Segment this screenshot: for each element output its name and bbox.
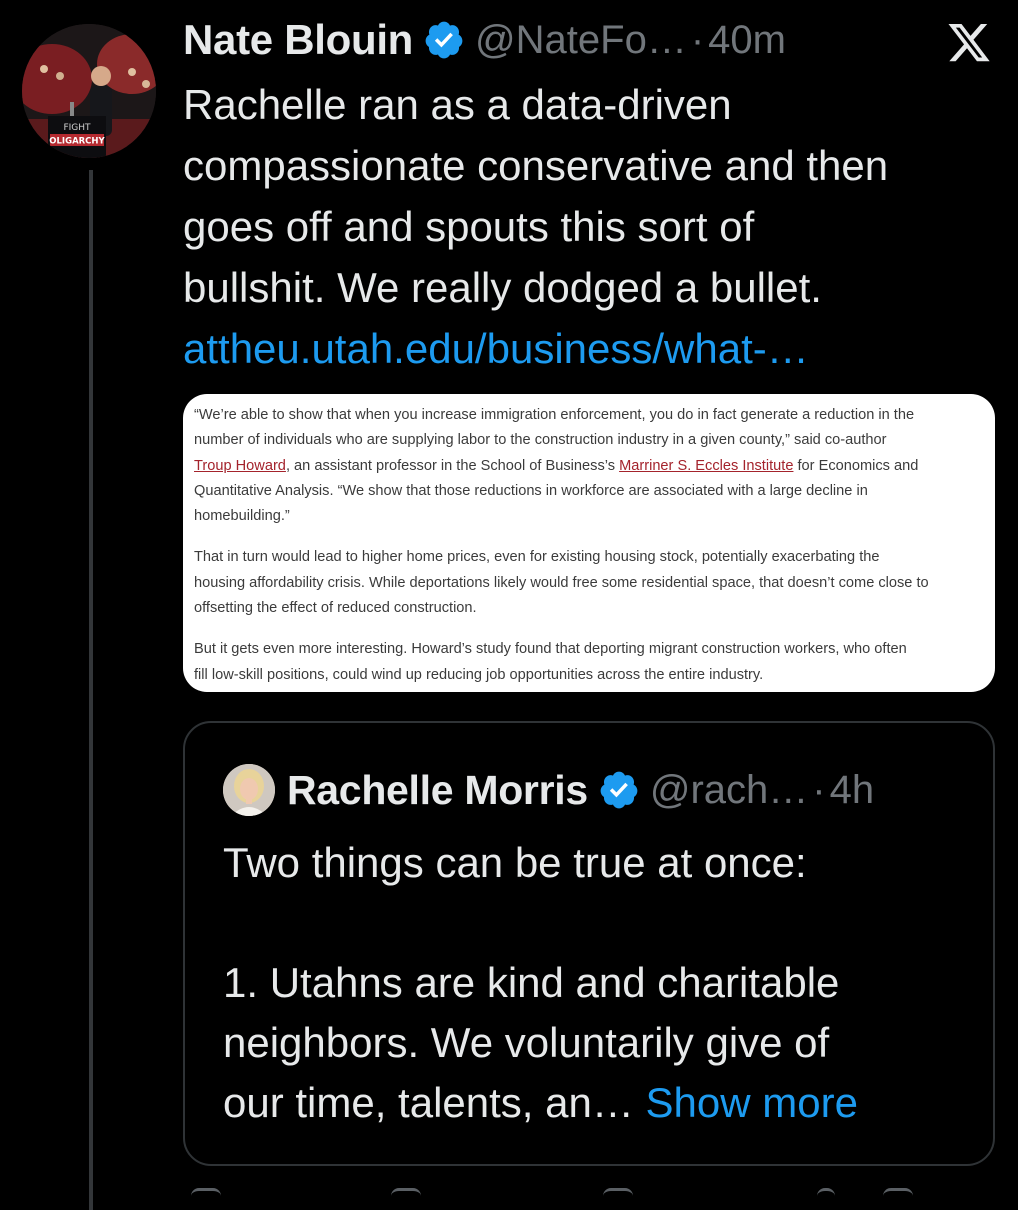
tweet-header: Nate Blouin @NateFo… · 40m: [183, 12, 786, 68]
article-text: “We’re able to show that when you increa…: [194, 403, 987, 688]
article-line: That in turn would lead to higher home p…: [194, 545, 987, 570]
article-inline-link: Troup Howard: [194, 457, 286, 474]
reply-icon[interactable]: [191, 1188, 221, 1203]
author-avatar[interactable]: FIGHT OLIGARCHY: [22, 24, 156, 158]
quoted-header-separator: ·: [812, 767, 826, 812]
avatar-sign-line1: FIGHT: [63, 123, 91, 133]
attached-article-image[interactable]: “We’re able to show that when you increa…: [183, 394, 995, 692]
article-line: offsetting the effect of reduced constru…: [194, 596, 987, 621]
article-text-segment: , an assistant professor in the School o…: [285, 457, 620, 474]
tweet-text-line: goes off and spouts this sort of: [183, 203, 755, 250]
article-text-segment: fill low-skill positions, could wind up …: [194, 666, 764, 683]
show-more-link[interactable]: Show more: [646, 1079, 858, 1126]
article-text-segment: But it gets even more interesting. Howar…: [194, 641, 907, 658]
quoted-tweet-header: Rachelle Morris @rach… · 4h: [223, 763, 874, 817]
tweet-text: Rachelle ran as a data-driven compassion…: [183, 74, 1003, 379]
x-logo-icon: [948, 24, 990, 62]
verified-badge-icon: [600, 771, 638, 809]
tweet-text-line: bullshit. We really dodged a bullet.: [183, 264, 822, 311]
article-line: Quantitative Analysis. “We show that tho…: [194, 479, 987, 504]
quoted-text-line: 1. Utahns are kind and charitable: [223, 959, 840, 1006]
article-line: But it gets even more interesting. Howar…: [194, 637, 987, 662]
quoted-text-blank-line: [223, 893, 983, 953]
article-link[interactable]: attheu.utah.edu/business/what-…: [183, 318, 1003, 379]
article-text-segment: “We’re able to show that when you increa…: [194, 407, 915, 423]
quoted-tweet-text: Two things can be true at once: 1. Utahn…: [223, 833, 983, 1133]
article-text-segment: Quantitative Analysis. “We show that tho…: [194, 482, 868, 499]
article-line: Troup Howard, an assistant professor in …: [194, 454, 987, 479]
quoted-tweet-card[interactable]: Rachelle Morris @rach… · 4h Two things c…: [183, 721, 995, 1166]
article-text-segment: That in turn would lead to higher home p…: [194, 549, 880, 566]
article-line: housing affordability crisis. While depo…: [194, 571, 987, 596]
tweet-action-bar: [183, 1188, 943, 1208]
quoted-author-avatar-image: [223, 764, 275, 816]
quoted-text-line: Two things can be true at once:: [223, 839, 807, 886]
article-text-segment: offsetting the effect of reduced constru…: [194, 600, 477, 617]
quoted-tweet-timestamp[interactable]: 4h: [830, 768, 875, 813]
author-avatar-image: FIGHT OLIGARCHY: [22, 24, 156, 158]
thread-connector-line: [89, 170, 93, 1210]
article-paragraph: But it gets even more interesting. Howar…: [194, 637, 987, 688]
article-line: fill low-skill positions, could wind up …: [194, 663, 987, 688]
article-text-segment: number of individuals who are supplying …: [194, 432, 887, 449]
header-separator: ·: [690, 17, 705, 62]
quoted-author-avatar[interactable]: [223, 764, 275, 816]
quoted-text-line: neighbors. We voluntarily give of: [223, 1019, 830, 1066]
retweet-icon[interactable]: [391, 1188, 421, 1203]
bookmark-icon[interactable]: [883, 1188, 913, 1203]
verified-badge-icon: [425, 21, 463, 59]
article-text-segment: homebuilding.”: [194, 508, 290, 525]
avatar-sign-line2: OLIGARCHY: [49, 137, 105, 147]
views-icon[interactable]: [817, 1188, 835, 1203]
author-name[interactable]: Nate Blouin: [183, 16, 413, 64]
article-line: number of individuals who are supplying …: [194, 428, 987, 453]
like-icon[interactable]: [603, 1188, 633, 1203]
article-paragraph: “We’re able to show that when you increa…: [194, 403, 987, 529]
quoted-author-handle[interactable]: @rach…: [650, 768, 808, 813]
article-text-segment: housing affordability crisis. While depo…: [194, 574, 929, 591]
tweet-text-line: compassionate conservative and then: [183, 142, 889, 189]
article-text-segment: for Economics and: [793, 457, 919, 474]
quoted-text-last-line: our time, talents, an… Show more: [223, 1073, 983, 1133]
author-handle[interactable]: @NateFo…: [475, 18, 687, 63]
article-paragraph: That in turn would lead to higher home p…: [194, 545, 987, 621]
tweet-text-line: Rachelle ran as a data-driven: [183, 81, 732, 128]
tweet-timestamp[interactable]: 40m: [708, 18, 786, 63]
article-line: “We’re able to show that when you increa…: [194, 403, 987, 428]
article-inline-link: Marriner S. Eccles Institute: [619, 457, 794, 474]
article-line: homebuilding.”: [194, 504, 987, 529]
quoted-author-name[interactable]: Rachelle Morris: [287, 767, 588, 814]
quoted-text-truncated: our time, talents, an…: [223, 1079, 634, 1126]
